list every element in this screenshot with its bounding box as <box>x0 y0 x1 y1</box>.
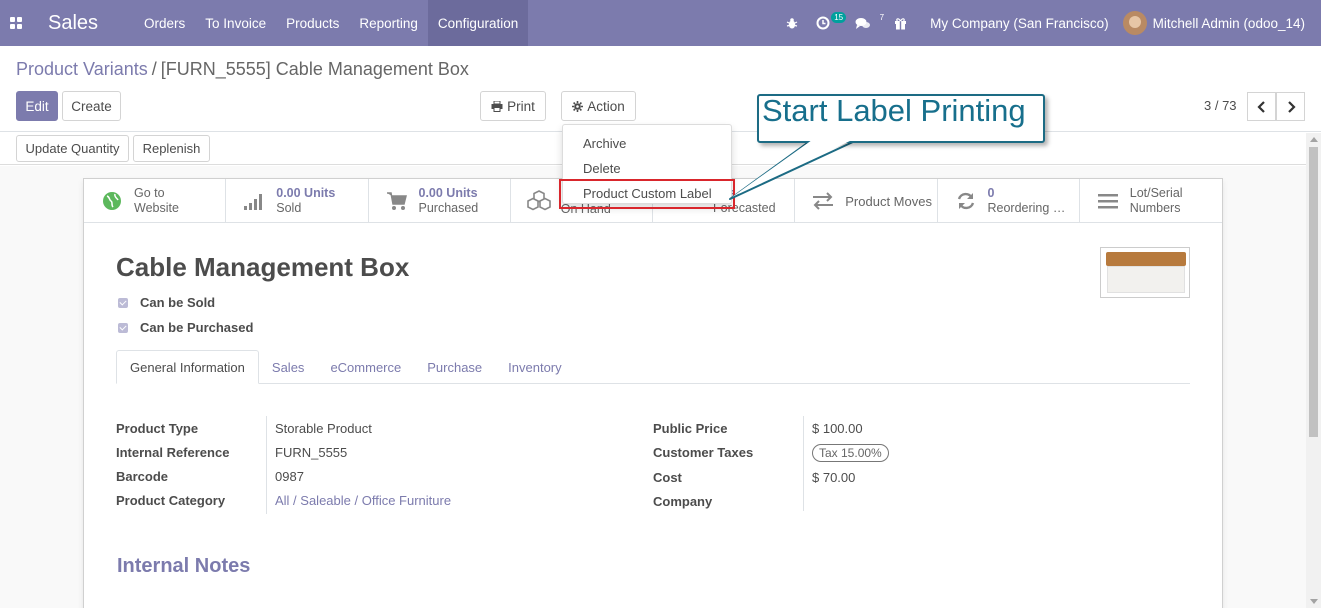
customer-taxes-label: Customer Taxes <box>653 445 754 460</box>
barcode-value[interactable]: 0987 <box>275 469 304 484</box>
signal-icon <box>242 189 266 213</box>
edit-button[interactable]: Edit <box>16 91 58 121</box>
breadcrumb-separator: / <box>151 59 157 79</box>
can-be-sold-label: Can be Sold <box>140 295 216 310</box>
messages-icon[interactable]: 7 <box>846 0 885 46</box>
action-button[interactable]: Action <box>561 91 636 121</box>
public-price-value[interactable]: $ 100.00 <box>812 421 863 436</box>
menu-products[interactable]: Products <box>276 0 349 46</box>
user-name: Mitchell Admin (odoo_14) <box>1152 15 1305 31</box>
tax-badge[interactable]: Tax 15.00% <box>812 444 889 462</box>
tab-general-information[interactable]: General Information <box>116 350 259 384</box>
product-name[interactable]: Cable Management Box <box>116 252 409 283</box>
breadcrumb: Product Variants / [FURN_5555] Cable Manag… <box>16 59 469 80</box>
smart-button-reordering[interactable]: 0 Reordering … <box>938 179 1080 223</box>
smart-button-website-label: Website <box>134 201 179 215</box>
product-category-label: Product Category <box>116 493 226 508</box>
messages-count: 7 <box>879 13 885 22</box>
chevron-left-icon <box>1256 100 1265 113</box>
smart-button-product-moves-label: Product Moves <box>845 193 932 209</box>
menu-to-invoice[interactable]: To Invoice <box>195 0 276 46</box>
barcode-label: Barcode <box>116 469 169 484</box>
app-name[interactable]: Sales <box>48 12 98 35</box>
highlight-box <box>559 179 735 209</box>
tab-sales[interactable]: Sales <box>259 350 318 384</box>
exchange-icon <box>811 189 835 213</box>
internal-reference-value[interactable]: FURN_5555 <box>275 445 347 460</box>
replenish-button[interactable]: Replenish <box>133 135 210 162</box>
apps-menu-icon[interactable] <box>0 0 32 46</box>
internal-reference-label: Internal Reference <box>116 445 230 460</box>
form-sheet: Go to Website 0.00 Units Sold 0.00 Units Pu… <box>83 178 1223 608</box>
smart-button-purchased[interactable]: 0.00 Units Purchased <box>369 179 511 223</box>
right-field-separator <box>803 416 804 511</box>
menu-orders[interactable]: Orders <box>134 0 195 46</box>
smart-button-purchased-label: Purchased <box>418 201 479 215</box>
refresh-icon <box>954 189 978 213</box>
menu-configuration[interactable]: Configuration <box>427 0 529 46</box>
product-type-label: Product Type <box>116 421 199 436</box>
menu-reporting[interactable]: Reporting <box>349 0 428 46</box>
breadcrumb-product-variants[interactable]: Product Variants <box>16 59 148 79</box>
print-button[interactable]: Print <box>480 91 546 121</box>
product-type-value[interactable]: Storable Product <box>275 421 372 436</box>
smart-button-purchased-value: 0.00 Units <box>418 186 478 200</box>
gift-icon[interactable] <box>885 0 916 46</box>
smart-button-lot-serial-value: Lot/Serial <box>1129 186 1183 200</box>
pager-previous-button[interactable] <box>1247 92 1276 121</box>
create-button[interactable]: Create <box>62 91 121 121</box>
callout-text: Start Label Printing <box>762 93 1026 128</box>
can-be-purchased-label: Can be Purchased <box>140 320 254 335</box>
form-tabs: General Information Sales eCommerce Purc… <box>116 350 1190 384</box>
product-image[interactable] <box>1100 247 1190 298</box>
update-quantity-button[interactable]: Update Quantity <box>16 135 129 162</box>
tab-ecommerce[interactable]: eCommerce <box>317 350 414 384</box>
user-menu[interactable]: Mitchell Admin (odoo_14) <box>1122 11 1321 35</box>
bug-icon[interactable] <box>777 0 807 46</box>
smart-button-lot-serial-label: Numbers <box>1129 201 1181 215</box>
product-category-value[interactable]: All / Saleable / Office Furniture <box>275 493 451 508</box>
internal-notes-heading: Internal Notes <box>117 555 251 577</box>
smart-button-lot-serial[interactable]: Lot/Serial Numbers <box>1080 179 1222 223</box>
print-icon <box>491 100 503 112</box>
public-price-label: Public Price <box>653 421 728 436</box>
scrollbar[interactable] <box>1306 133 1321 608</box>
menu-item-archive[interactable]: Archive <box>583 136 626 151</box>
smart-button-sold-label: Sold <box>276 201 302 215</box>
left-field-separator <box>266 416 267 514</box>
tab-purchase[interactable]: Purchase <box>414 350 495 384</box>
action-label: Action <box>587 98 625 114</box>
print-label: Print <box>507 98 535 114</box>
activity-clock-icon[interactable]: 15 <box>807 0 847 46</box>
can-be-purchased-checkbox[interactable] <box>118 322 128 333</box>
cart-icon <box>385 189 409 213</box>
cost-value[interactable]: $ 70.00 <box>812 470 855 485</box>
top-navbar: Sales Orders To Invoice Products Reporti… <box>0 0 1321 46</box>
smart-button-sold[interactable]: 0.00 Units Sold <box>226 179 369 223</box>
pager-next-button[interactable] <box>1276 92 1305 121</box>
smart-button-website-value: Go to <box>134 186 165 200</box>
can-be-sold-row: Can be Sold <box>118 295 215 310</box>
cubes-icon <box>526 189 551 213</box>
smart-button-sold-value: 0.00 Units <box>276 186 336 200</box>
globe-icon <box>100 189 124 213</box>
company-switcher[interactable]: My Company (San Francisco) <box>916 16 1123 31</box>
company-label: Company <box>653 494 713 509</box>
cost-label: Cost <box>653 470 682 485</box>
gear-icon <box>572 100 584 112</box>
breadcrumb-current: [FURN_5555] Cable Management Box <box>160 59 469 79</box>
menu-item-delete[interactable]: Delete <box>583 161 621 176</box>
avatar <box>1122 11 1147 35</box>
can-be-purchased-row: Can be Purchased <box>118 320 253 335</box>
smart-button-website[interactable]: Go to Website <box>84 179 227 223</box>
can-be-sold-checkbox[interactable] <box>118 297 128 308</box>
chevron-right-icon <box>1287 100 1296 113</box>
smart-button-product-moves[interactable]: Product Moves <box>795 179 938 223</box>
smart-button-reordering-label: Reordering … <box>987 201 1066 215</box>
tab-inventory[interactable]: Inventory <box>495 350 574 384</box>
bars-icon <box>1096 189 1120 213</box>
pager-counter: 3 / 73 <box>1204 98 1237 113</box>
activity-count-badge: 15 <box>831 12 847 23</box>
smart-button-reordering-value: 0 <box>987 186 995 200</box>
